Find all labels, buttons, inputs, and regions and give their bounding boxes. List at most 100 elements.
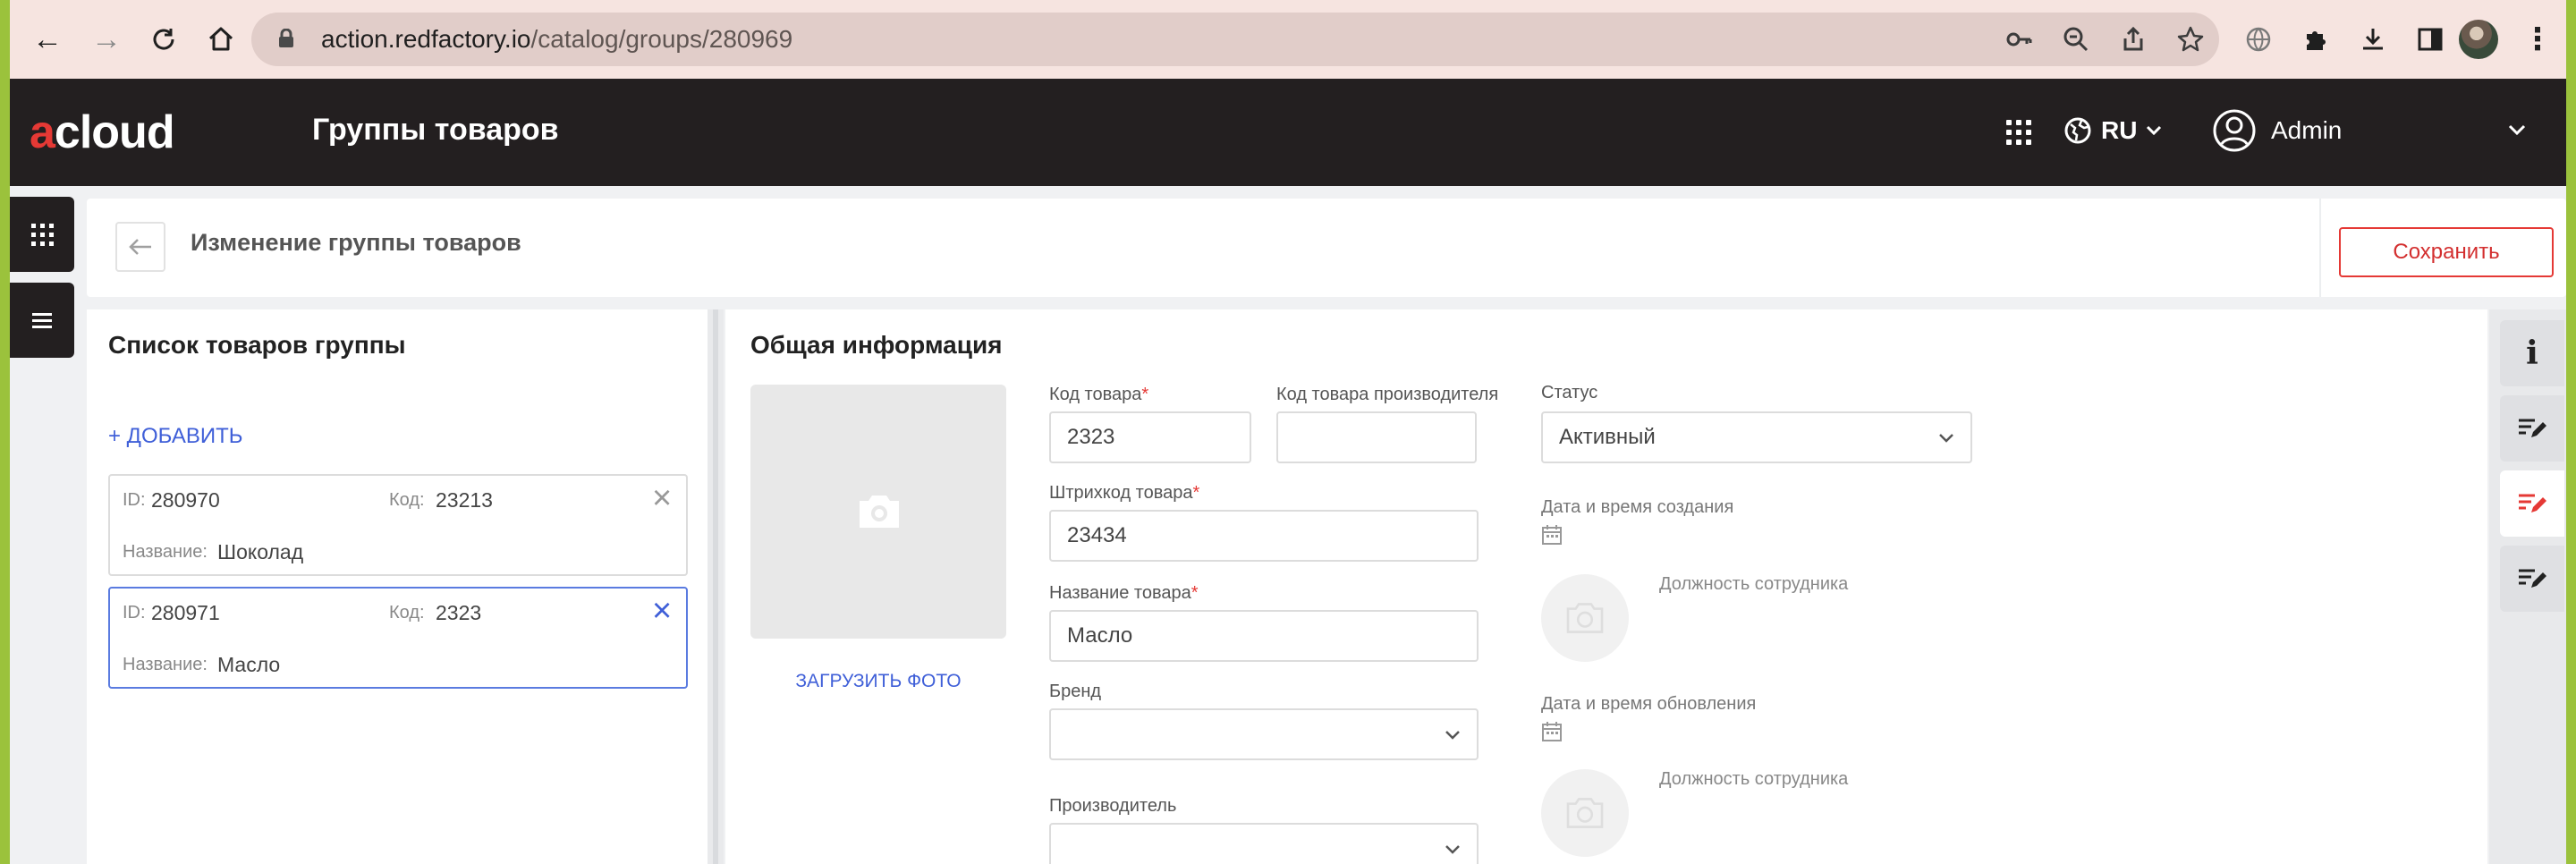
upload-photo-link[interactable]: ЗАГРУЗИТЬ ФОТО <box>750 671 1006 692</box>
manufacturer-code-label: Код товара производителя <box>1276 385 1499 404</box>
group-item-card[interactable]: ID: 280970 Код: 23213 Название: Шоколад … <box>108 474 688 576</box>
product-name-input[interactable]: Масло <box>1049 610 1479 662</box>
language-switcher[interactable]: RU <box>2063 113 2162 148</box>
general-info-panel: Общая информация ЗАГРУЗИТЬ ФОТО Код това… <box>725 309 2487 864</box>
edit-list-tab[interactable] <box>2500 395 2564 462</box>
extensions-puzzle-icon[interactable] <box>2294 18 2337 61</box>
edit-list-tab[interactable] <box>2500 546 2564 612</box>
browser-menu-icon[interactable]: ⋮ <box>2516 18 2559 61</box>
address-bar[interactable]: action.redfactory.io/catalog/groups/2809… <box>251 13 2219 66</box>
lock-icon[interactable] <box>278 29 294 48</box>
edit-list-icon <box>2519 569 2546 588</box>
forward-arrow-icon[interactable]: → <box>85 18 128 61</box>
share-icon[interactable] <box>2117 23 2149 55</box>
item-code-label: Код: <box>389 603 425 623</box>
back-arrow-icon[interactable]: ← <box>26 18 69 61</box>
status-label: Статус <box>1541 383 1598 402</box>
user-menu[interactable]: Admin <box>2212 107 2342 154</box>
panel-resizer[interactable] <box>708 309 724 864</box>
remove-item-close-icon[interactable]: × <box>652 594 672 628</box>
barcode-input[interactable]: 23434 <box>1049 510 1479 562</box>
status-select[interactable]: Активный <box>1541 411 1972 463</box>
side-menu-button[interactable] <box>10 283 74 358</box>
product-code-input[interactable]: 2323 <box>1049 411 1251 463</box>
barcode-label: Штрихкод товара* <box>1049 483 1199 504</box>
calendar-icon <box>1542 722 1562 741</box>
url-path: /catalog/groups/280969 <box>530 25 793 53</box>
url-host: action.redfactory.io <box>321 25 531 53</box>
reload-icon[interactable] <box>142 18 185 61</box>
browser-profile-avatar[interactable] <box>2459 20 2498 59</box>
required-mark: * <box>1192 483 1200 503</box>
item-code-value: 2323 <box>436 601 482 624</box>
browser-window: ← → action.redfactory.io/catalog/groups/… <box>10 0 2566 864</box>
remove-item-close-icon[interactable]: × <box>652 481 672 515</box>
creator-position: Должность сотрудника <box>1659 574 1849 594</box>
bookmark-star-icon[interactable] <box>2174 23 2207 55</box>
user-avatar-icon <box>2213 109 2256 152</box>
app-header: a cloud Группы товаров RU Admin <box>10 79 2566 186</box>
status-select-value: Активный <box>1559 425 1656 449</box>
language-code: RU <box>2101 116 2138 144</box>
download-icon[interactable] <box>2351 18 2394 61</box>
edit-list-tab-active[interactable] <box>2500 470 2564 537</box>
manufacturer-select[interactable] <box>1049 823 1479 864</box>
arrow-left-icon <box>129 239 151 255</box>
product-name-label: Название товара* <box>1049 583 1199 604</box>
url-text: action.redfactory.io/catalog/groups/2809… <box>321 25 792 54</box>
updated-datetime-label: Дата и время обновления <box>1541 694 1757 714</box>
back-button[interactable] <box>115 222 165 272</box>
brand-label: Бренд <box>1049 682 1102 701</box>
info-tab[interactable]: i <box>2500 320 2564 386</box>
manufacturer-code-input[interactable] <box>1276 411 1477 463</box>
general-info-title: Общая информация <box>750 331 1003 359</box>
group-items-title: Список товаров группы <box>108 331 406 359</box>
chevron-down-icon <box>1445 837 1461 860</box>
calendar-icon <box>1542 525 1562 545</box>
logo-letter-a: a <box>30 106 55 158</box>
apps-grid-icon[interactable] <box>2006 120 2031 145</box>
side-apps-button[interactable] <box>10 197 74 272</box>
barcode-label-text: Штрихкод товара <box>1049 483 1193 503</box>
item-name-value: Масло <box>217 653 281 676</box>
camera-icon <box>860 496 899 528</box>
group-item-card[interactable]: ID: 280971 Код: 2323 Название: Масло × <box>108 587 688 689</box>
item-id-value: 280971 <box>151 601 220 624</box>
brand-select[interactable] <box>1049 708 1479 760</box>
updater-avatar <box>1541 769 1629 857</box>
user-menu-chevron-icon[interactable] <box>2507 114 2527 142</box>
globe-icon <box>2064 117 2091 144</box>
edit-header-bar: Изменение группы товаров Сохранить <box>87 199 2566 297</box>
user-name: Admin <box>2271 116 2343 144</box>
save-button[interactable]: Сохранить <box>2339 227 2554 277</box>
item-code-value: 23213 <box>436 488 493 512</box>
edit-title: Изменение группы товаров <box>191 229 521 256</box>
creator-avatar <box>1541 574 1629 662</box>
translate-globe-icon[interactable] <box>2237 18 2280 61</box>
add-item-link[interactable]: + ДОБАВИТЬ <box>108 424 243 449</box>
acloud-logo[interactable]: a cloud <box>30 106 175 159</box>
edit-list-icon <box>2519 419 2546 437</box>
edit-list-icon <box>2519 494 2546 512</box>
key-icon[interactable] <box>2003 23 2035 55</box>
camera-icon <box>1566 603 1604 633</box>
product-code-label-text: Код товара <box>1049 385 1142 404</box>
chevron-down-icon <box>1938 426 1954 449</box>
required-mark: * <box>1141 385 1149 404</box>
side-panel-icon[interactable] <box>2409 18 2452 61</box>
logo-wordmark: cloud <box>54 106 175 158</box>
camera-icon <box>1566 798 1604 828</box>
product-name-label-text: Название товара <box>1049 583 1191 603</box>
page-title: Группы товаров <box>312 113 559 147</box>
chevron-down-icon <box>2147 125 2162 136</box>
created-datetime-label: Дата и время создания <box>1541 497 1734 517</box>
zoom-icon[interactable] <box>2060 23 2092 55</box>
info-icon: i <box>2526 335 2538 372</box>
product-photo-placeholder[interactable] <box>750 385 1006 639</box>
chevron-down-icon <box>1445 723 1461 746</box>
item-id-label: ID: <box>123 603 146 623</box>
right-tool-rail: i <box>2489 309 2566 864</box>
home-icon[interactable] <box>199 18 242 61</box>
group-items-panel: Список товаров группы + ДОБАВИТЬ ID: 280… <box>87 309 708 864</box>
product-code-label: Код товара* <box>1049 385 1148 405</box>
